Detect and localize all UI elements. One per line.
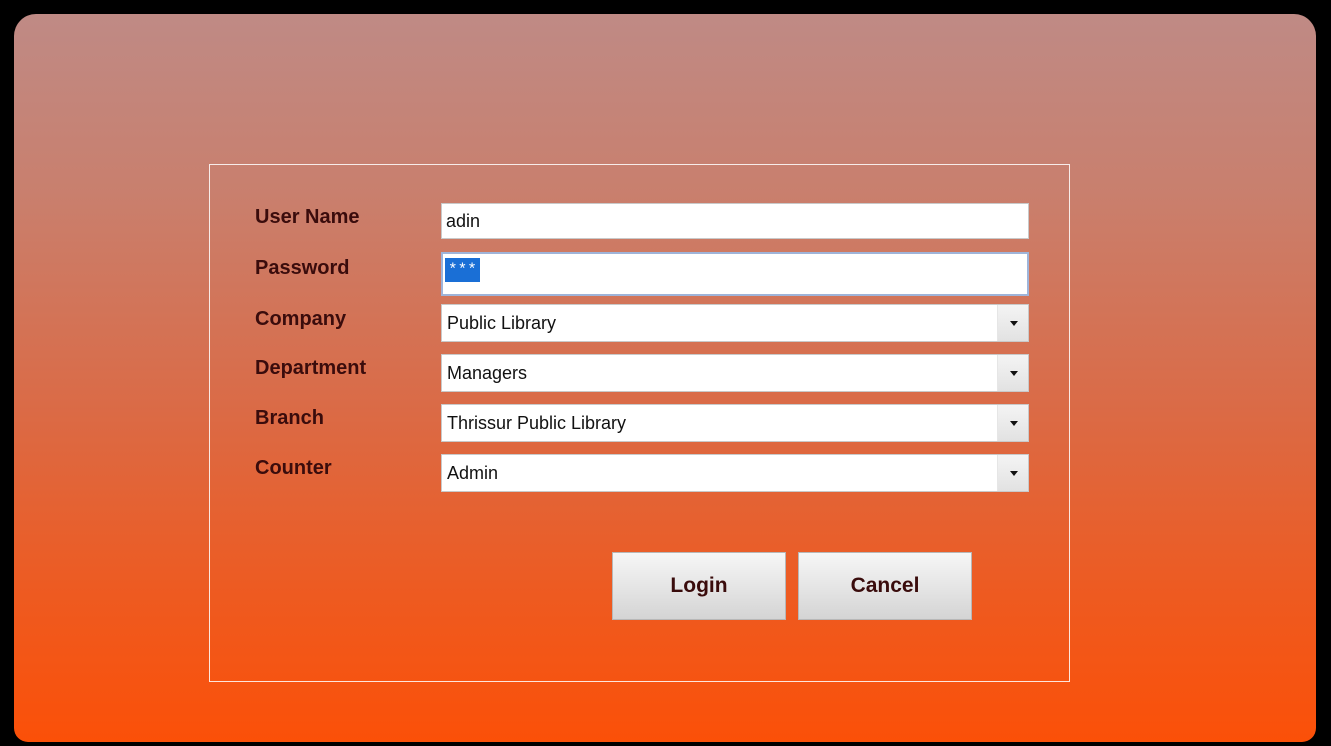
password-selected-text: *** [445, 258, 480, 282]
department-label: Department [255, 357, 367, 379]
cancel-button[interactable]: Cancel [798, 552, 972, 620]
user-name-label: User Name [255, 206, 360, 228]
left-border [0, 0, 12, 746]
branch-select[interactable]: Thrissur Public Library [441, 404, 1029, 442]
counter-label: Counter [255, 457, 332, 479]
password-label: Password [255, 257, 350, 279]
company-value: Public Library [447, 313, 557, 333]
login-button[interactable]: Login [612, 552, 786, 620]
branch-label: Branch [255, 407, 324, 429]
department-value: Managers [447, 363, 528, 383]
company-label: Company [255, 308, 347, 330]
branch-value: Thrissur Public Library [447, 413, 627, 433]
counter-value: Admin [447, 463, 499, 483]
chevron-down-icon[interactable] [997, 405, 1028, 441]
password-input[interactable] [441, 252, 1029, 296]
user-name-input[interactable] [441, 203, 1029, 239]
department-select[interactable]: Managers [441, 354, 1029, 392]
company-select[interactable]: Public Library [441, 304, 1029, 342]
counter-select[interactable]: Admin [441, 454, 1029, 492]
chevron-down-icon[interactable] [997, 455, 1028, 491]
chevron-down-icon[interactable] [997, 305, 1028, 341]
chevron-down-icon[interactable] [997, 355, 1028, 391]
